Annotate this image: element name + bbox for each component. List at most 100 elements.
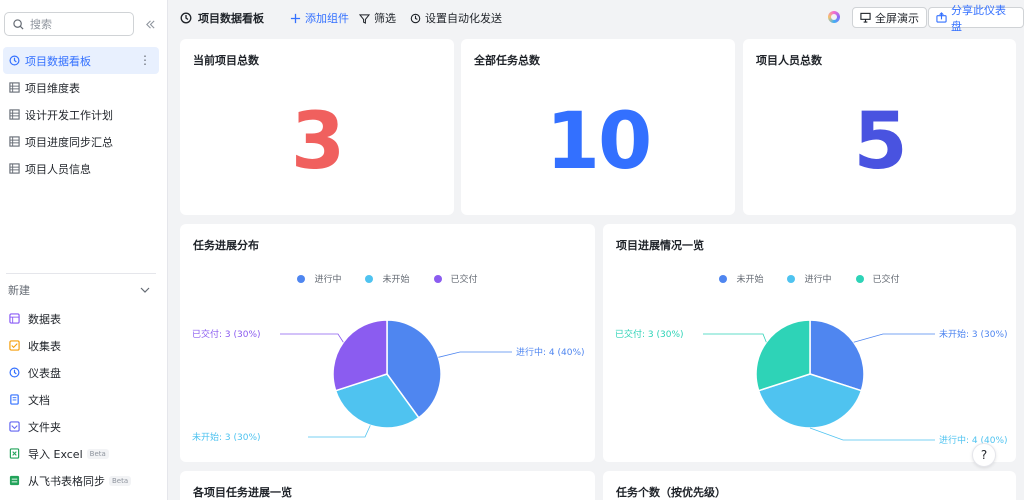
chart-card-task-progress[interactable]: 任务进展分布 进行中 未开始 已交付 进行中: 4 (40%) 未开始: 3 (3… xyxy=(180,224,595,462)
new-folder[interactable]: 文件夹 xyxy=(3,413,159,440)
card-title: 全部任务总数 xyxy=(474,54,540,67)
ai-assistant-icon[interactable] xyxy=(828,11,840,23)
sidebar-item-label: 项目数据看板 xyxy=(25,54,91,68)
add-component-label: 添加组件 xyxy=(305,12,349,25)
table-icon xyxy=(8,82,20,94)
beta-badge: Beta xyxy=(86,448,109,459)
new-item-label: 文档 xyxy=(28,393,50,407)
sidebar-item-dev-plan[interactable]: 设计开发工作计划 xyxy=(3,101,159,128)
filter-label: 筛选 xyxy=(374,12,396,25)
new-dashboard[interactable]: 仪表盘 xyxy=(3,359,159,386)
new-item-label: 文件夹 xyxy=(28,420,61,434)
sidebar-item-progress-summary[interactable]: 项目进度同步汇总 xyxy=(3,128,159,155)
slice-data-label: 进行中: 4 (40%) xyxy=(516,346,585,358)
pie-chart: 未开始: 3 (30%) 进行中: 4 (40%) 已交付: 3 (30%) xyxy=(615,319,1008,446)
search-input[interactable]: 搜索 xyxy=(4,12,134,36)
label-leader-line xyxy=(438,351,512,358)
more-icon[interactable]: ⋮ xyxy=(139,53,151,67)
filter-icon xyxy=(359,13,370,24)
fullscreen-button[interactable]: 全屏演示 xyxy=(852,7,927,28)
sidebar-item-project-dimension-table[interactable]: 项目维度表 xyxy=(3,74,159,101)
new-item-label: 数据表 xyxy=(28,312,61,326)
page-title: 项目数据看板 xyxy=(180,10,264,26)
slice-data-label: 进行中: 4 (40%) xyxy=(939,434,1008,446)
sidebar-item-project-dashboard[interactable]: 项目数据看板 ⋮ xyxy=(3,47,159,74)
slice-data-label: 未开始: 3 (30%) xyxy=(939,328,1008,340)
label-leader-line xyxy=(308,425,371,438)
pie-chart: 进行中: 4 (40%) 未开始: 3 (30%) 已交付: 3 (30%) xyxy=(192,319,585,443)
import-excel[interactable]: 导入 Excel Beta xyxy=(3,440,159,467)
new-item-label: 导入 Excel xyxy=(28,447,83,461)
auto-send-label: 设置自动化发送 xyxy=(425,12,502,25)
new-form[interactable]: 收集表 xyxy=(3,332,159,359)
clock-send-icon xyxy=(410,13,421,24)
chart-card-task-priority[interactable]: 任务个数（按优先级） xyxy=(603,471,1016,500)
presentation-icon xyxy=(860,12,871,23)
new-item-label: 从飞书表格同步 xyxy=(28,474,105,488)
sidebar-nav: 项目数据看板 ⋮ 项目维度表 设计开发工作计划 项目进度同步汇总 项目人员信息 xyxy=(3,47,159,182)
filter-button[interactable]: 筛选 xyxy=(359,10,396,26)
folder-icon xyxy=(8,421,20,433)
sheet-sync-icon xyxy=(8,475,20,487)
label-leader-line xyxy=(703,333,767,343)
collapse-sidebar-button[interactable] xyxy=(142,16,158,32)
sidebar-item-label: 项目维度表 xyxy=(25,81,80,95)
excel-icon xyxy=(8,448,20,460)
table-icon xyxy=(8,136,20,148)
label-leader-line xyxy=(280,333,344,343)
new-items-list: 数据表 收集表 仪表盘 文档 文件夹 导入 Excel Beta 从飞书表格同步… xyxy=(3,305,159,494)
table-icon xyxy=(8,163,20,175)
toolbar: 项目数据看板 添加组件 筛选 设置自动化发送 全屏演示 分享此仪表盘 xyxy=(168,0,1024,34)
table-icon xyxy=(8,313,20,325)
beta-badge: Beta xyxy=(109,475,132,486)
new-data-table[interactable]: 数据表 xyxy=(3,305,159,332)
sync-feishu-sheet[interactable]: 从飞书表格同步 Beta xyxy=(3,467,159,494)
help-icon: ? xyxy=(980,448,988,462)
sidebar-item-label: 项目进度同步汇总 xyxy=(25,135,113,149)
sidebar-item-label: 设计开发工作计划 xyxy=(25,108,113,122)
new-section-toggle[interactable]: 新建 xyxy=(8,282,150,298)
stat-value: 10 xyxy=(545,97,653,187)
new-item-label: 收集表 xyxy=(28,339,61,353)
doc-icon xyxy=(8,394,20,406)
card-title: 项目人员总数 xyxy=(756,54,822,67)
chart-card-project-task-overview[interactable]: 各项目任务进展一览 xyxy=(180,471,595,500)
help-button[interactable]: ? xyxy=(972,443,996,467)
card-title: 各项目任务进展一览 xyxy=(193,486,292,499)
stat-value: 5 xyxy=(853,97,907,187)
slice-data-label: 已交付: 3 (30%) xyxy=(192,328,261,340)
plus-icon xyxy=(290,13,301,24)
chevron-down-icon xyxy=(140,287,150,293)
fullscreen-label: 全屏演示 xyxy=(875,11,919,25)
new-doc[interactable]: 文档 xyxy=(3,386,159,413)
sidebar-divider xyxy=(6,273,156,274)
label-leader-line xyxy=(853,333,935,343)
card-title: 当前项目总数 xyxy=(193,54,259,67)
dashboard-icon xyxy=(8,55,20,67)
new-item-label: 仪表盘 xyxy=(28,366,61,380)
table-icon xyxy=(8,109,20,121)
new-section-label: 新建 xyxy=(8,284,30,297)
dashboard-icon xyxy=(8,367,20,379)
card-title: 任务个数（按优先级） xyxy=(616,486,726,499)
label-leader-line xyxy=(809,427,935,441)
stat-card-task-count[interactable]: 全部任务总数 10 xyxy=(461,39,735,215)
sidebar-item-label: 项目人员信息 xyxy=(25,162,91,176)
share-label: 分享此仪表盘 xyxy=(951,3,1006,33)
share-dashboard-button[interactable]: 分享此仪表盘 xyxy=(928,4,1024,33)
stat-card-project-count[interactable]: 当前项目总数 3 xyxy=(180,39,454,215)
sidebar-item-staff-info[interactable]: 项目人员信息 xyxy=(3,155,159,182)
search-icon xyxy=(13,18,24,30)
double-chevron-left-icon xyxy=(145,19,155,29)
dashboard-icon xyxy=(180,12,192,24)
auto-send-button[interactable]: 设置自动化发送 xyxy=(410,10,502,26)
stat-card-staff-count[interactable]: 项目人员总数 5 xyxy=(743,39,1016,215)
chart-card-project-progress[interactable]: 项目进展情况一览 未开始 进行中 已交付 未开始: 3 (30%) 进行中: 4 … xyxy=(603,224,1016,462)
share-icon xyxy=(936,12,947,23)
add-component-button[interactable]: 添加组件 xyxy=(290,10,349,26)
slice-data-label: 未开始: 3 (30%) xyxy=(192,431,261,443)
page-title-text: 项目数据看板 xyxy=(198,12,264,25)
search-placeholder: 搜索 xyxy=(30,18,52,31)
form-icon xyxy=(8,340,20,352)
slice-data-label: 已交付: 3 (30%) xyxy=(615,328,684,340)
